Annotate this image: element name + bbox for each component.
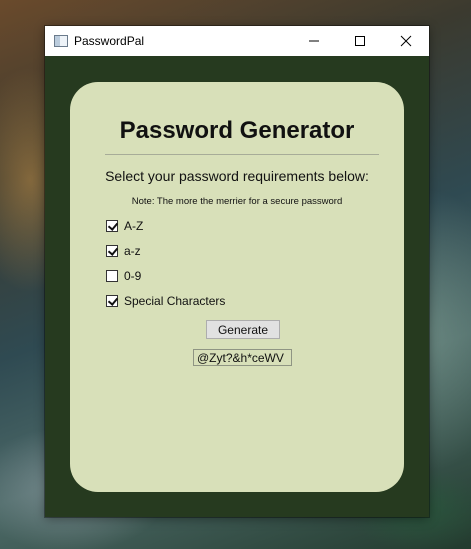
window-client-area: Password Generator Select your password …	[45, 56, 429, 517]
close-icon	[400, 35, 412, 47]
option-label: A-Z	[124, 219, 144, 233]
title-bar[interactable]: PasswordPal	[45, 26, 429, 56]
special-characters-checkbox[interactable]	[106, 295, 118, 307]
lowercase-checkbox[interactable]	[106, 245, 118, 257]
generator-card: Password Generator Select your password …	[70, 82, 404, 492]
window-title: PasswordPal	[74, 34, 145, 48]
option-digits[interactable]: 0-9	[106, 269, 141, 283]
uppercase-checkbox[interactable]	[106, 220, 118, 232]
maximize-icon	[355, 36, 365, 46]
page-title: Password Generator	[119, 117, 355, 144]
option-lowercase[interactable]: a-z	[106, 244, 141, 258]
note-text: Note: The more the merrier for a secure …	[131, 196, 343, 207]
maximize-button[interactable]	[337, 26, 383, 56]
option-label: Special Characters	[124, 294, 226, 308]
app-window: PasswordPal Password Generator Select yo…	[45, 26, 429, 517]
option-label: a-z	[124, 244, 141, 258]
subtitle: Select your password requirements below:	[105, 168, 369, 184]
option-label: 0-9	[124, 269, 142, 283]
generate-button[interactable]: Generate	[206, 320, 280, 339]
password-output-field[interactable]: @Zyt?&h*ceWV	[193, 349, 292, 366]
digits-checkbox[interactable]	[106, 270, 118, 282]
option-special[interactable]: Special Characters	[106, 294, 225, 308]
close-button[interactable]	[383, 26, 429, 56]
divider	[105, 154, 379, 155]
app-icon	[54, 35, 68, 47]
option-uppercase[interactable]: A-Z	[106, 219, 143, 233]
minimize-button[interactable]	[291, 26, 337, 56]
minimize-icon	[309, 40, 319, 42]
